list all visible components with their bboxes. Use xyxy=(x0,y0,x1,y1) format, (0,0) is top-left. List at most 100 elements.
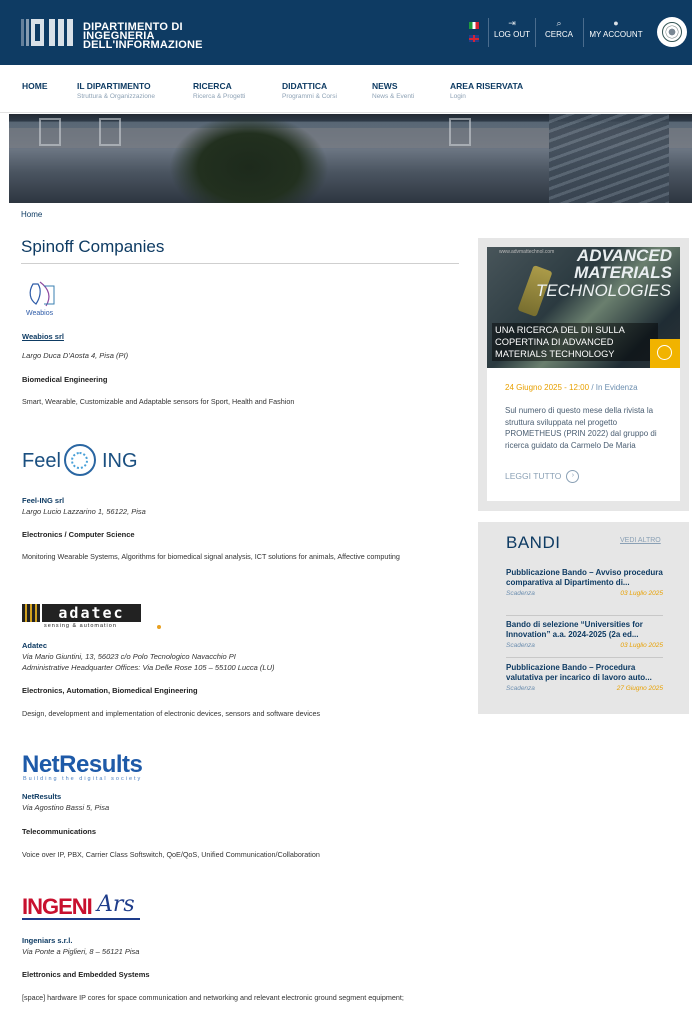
my-account-button[interactable]: ● MY ACCOUNT xyxy=(589,17,643,49)
nav-title: RICERCA xyxy=(193,81,232,91)
image-title-line-3: TECHNOLOGIES xyxy=(535,281,671,300)
company-name-link[interactable]: Adatec xyxy=(22,641,47,650)
dot-icon xyxy=(157,625,161,629)
tree xyxy=(169,114,329,203)
company-description: [space] hardware IP cores for space comm… xyxy=(22,993,404,1002)
bando-title[interactable]: Bando di selezione “Universities for Inn… xyxy=(506,620,663,639)
header-divider xyxy=(583,18,584,47)
company-address: Largo Duca D'Aosta 4, Pisa (PI) xyxy=(22,351,129,360)
search-label: CERCA xyxy=(544,30,573,39)
nav-item-dipartimento[interactable]: IL DIPARTIMENTO Struttura & Organizzazio… xyxy=(77,81,155,100)
logo-underline xyxy=(22,918,140,920)
window xyxy=(449,118,471,146)
news-excerpt: Sul numero di questo mese della rivista … xyxy=(505,406,657,450)
nav-item-ricerca[interactable]: RICERCA Ricerca & Progetti xyxy=(193,81,245,100)
nav-title: NEWS xyxy=(372,81,398,91)
bando-deadline-row: Scadenza 27 Giugno 2025 xyxy=(506,685,663,696)
read-more-label: LEGGI TUTTO xyxy=(505,470,562,481)
logo-tagline: sensing & automation xyxy=(44,623,117,629)
nav-title: DIDATTICA xyxy=(282,81,328,91)
company-address: Via Agostino Bassi 5, Pisa xyxy=(22,803,110,812)
deadline-date: 27 Giugno 2025 xyxy=(616,685,663,692)
read-more-link[interactable]: LEGGI TUTTO › xyxy=(505,470,580,483)
university-seal-logo[interactable] xyxy=(657,17,687,47)
nav-subtitle: Struttura & Organizzazione xyxy=(77,93,156,100)
italian-flag-icon[interactable] xyxy=(469,22,479,29)
company-description: Monitoring Wearable Systems, Algorithms … xyxy=(22,552,400,561)
nav-subtitle: Ricerca & Progetti xyxy=(193,93,246,100)
bando-item[interactable]: Pubblicazione Bando – Procedura valutati… xyxy=(506,663,663,696)
main-navigation: HOME IL DIPARTIMENTO Struttura & Organiz… xyxy=(0,65,692,113)
news-caption[interactable]: UNA RICERCA DEL DII SULLA COPERTINA DI A… xyxy=(492,323,658,361)
chip-icon xyxy=(22,604,40,622)
chevron-right-circle-icon: › xyxy=(566,470,580,483)
english-flag-icon[interactable] xyxy=(469,35,479,42)
window xyxy=(99,118,121,146)
company-sector: Biomedical Engineering xyxy=(22,375,108,384)
nav-item-news[interactable]: NEWS News & Eventi xyxy=(372,81,414,100)
company-description: Design, development and implementation o… xyxy=(22,709,321,718)
bandi-see-more-link[interactable]: VEDI ALTRO xyxy=(620,537,661,544)
logo-text-right: ING xyxy=(102,450,138,472)
nav-subtitle: Programmi & Corsi xyxy=(282,93,337,100)
window xyxy=(39,118,61,146)
company-name-link[interactable]: Ingeniars s.r.l. xyxy=(22,936,72,945)
logout-icon: ⇥ xyxy=(508,18,516,28)
news-image[interactable]: www.advmattechnol.com ADVANCED MATERIALS… xyxy=(487,247,680,368)
nav-title: HOME xyxy=(22,81,48,91)
breadcrumb[interactable]: Home xyxy=(21,210,42,219)
bando-title[interactable]: Pubblicazione Bando – Procedura valutati… xyxy=(506,663,663,682)
company-sector: Electronics, Automation, Biomedical Engi… xyxy=(22,686,198,695)
logo-text: NetResults xyxy=(22,751,143,778)
netresults-logo[interactable]: NetResults Building the digital society xyxy=(22,751,147,785)
company-name-link[interactable]: Weabios srl xyxy=(22,332,64,341)
company-name-link[interactable]: Feel-ING srl xyxy=(22,496,64,505)
nav-subtitle: News & Eventi xyxy=(372,93,415,100)
nav-item-didattica[interactable]: DIDATTICA Programmi & Corsi xyxy=(282,81,337,100)
image-title-line-2: MATERIALS xyxy=(574,263,672,282)
logo-text[interactable]: DIPARTIMENTO DI INGEGNERIA DELL'INFORMAZ… xyxy=(83,22,203,51)
deadline-label: Scadenza xyxy=(506,685,535,692)
nav-item-area-riservata[interactable]: AREA RISERVATA Login xyxy=(450,81,523,100)
title-divider xyxy=(21,263,459,264)
staircase xyxy=(549,114,669,203)
logo-text-left: INGENI xyxy=(22,894,93,919)
bando-item[interactable]: Bando di selezione “Universities for Inn… xyxy=(506,620,663,653)
logout-button[interactable]: ⇥ LOG OUT xyxy=(494,17,530,49)
deadline-label: Scadenza xyxy=(506,590,535,597)
nav-title: IL DIPARTIMENTO xyxy=(77,81,151,91)
bando-deadline-row: Scadenza 03 Luglio 2025 xyxy=(506,642,663,653)
deadline-date: 03 Luglio 2025 xyxy=(620,590,663,597)
nav-title: AREA RISERVATA xyxy=(450,81,524,91)
account-label: MY ACCOUNT xyxy=(589,30,643,39)
top-header: DIPARTIMENTO DI INGEGNERIA DELL'INFORMAZ… xyxy=(0,0,692,65)
logo-text-left: Feel xyxy=(22,450,61,472)
header-divider xyxy=(535,18,536,47)
company-address-secondary: Administrative Headquarter Offices: Via … xyxy=(22,663,275,672)
deadline-date: 03 Luglio 2025 xyxy=(620,642,663,649)
ingeniars-logo[interactable]: INGENI Ars xyxy=(22,891,144,923)
search-icon: ⌕ xyxy=(556,18,562,28)
news-category[interactable]: / In Evidenza xyxy=(591,383,637,392)
bando-title[interactable]: Pubblicazione Bando – Avviso procedura c… xyxy=(506,568,663,587)
page-title: Spinoff Companies xyxy=(21,237,165,256)
company-name-link[interactable]: NetResults xyxy=(22,792,61,801)
company-description: Voice over IP, PBX, Carrier Class Softsw… xyxy=(22,850,320,859)
circle-icon xyxy=(657,345,672,360)
company-sector: Electronics / Computer Science xyxy=(22,530,135,539)
search-button[interactable]: ⌕ CERCA xyxy=(543,17,575,49)
bando-item[interactable]: Pubblicazione Bando – Avviso procedura c… xyxy=(506,568,663,601)
weabios-logo[interactable]: Weabios xyxy=(24,278,64,318)
dii-logo[interactable] xyxy=(21,16,79,49)
gear-icon xyxy=(71,452,88,469)
feel-ing-logo[interactable]: Feel ING xyxy=(22,441,162,481)
bando-divider xyxy=(506,657,663,658)
nav-item-home[interactable]: HOME xyxy=(22,81,48,91)
hero-banner-image xyxy=(9,114,692,203)
header-divider xyxy=(488,18,489,47)
bandi-title: BANDI xyxy=(506,533,561,552)
adatec-logo[interactable]: adatec sensing & automation xyxy=(22,604,161,630)
company-address: Largo Lucio Lazzarino 1, 56122, Pisa xyxy=(22,507,146,516)
logo-tagline: Building the digital society xyxy=(23,776,143,782)
news-date: 24 Giugno 2025 - 12:00 / In Evidenza xyxy=(505,383,638,392)
